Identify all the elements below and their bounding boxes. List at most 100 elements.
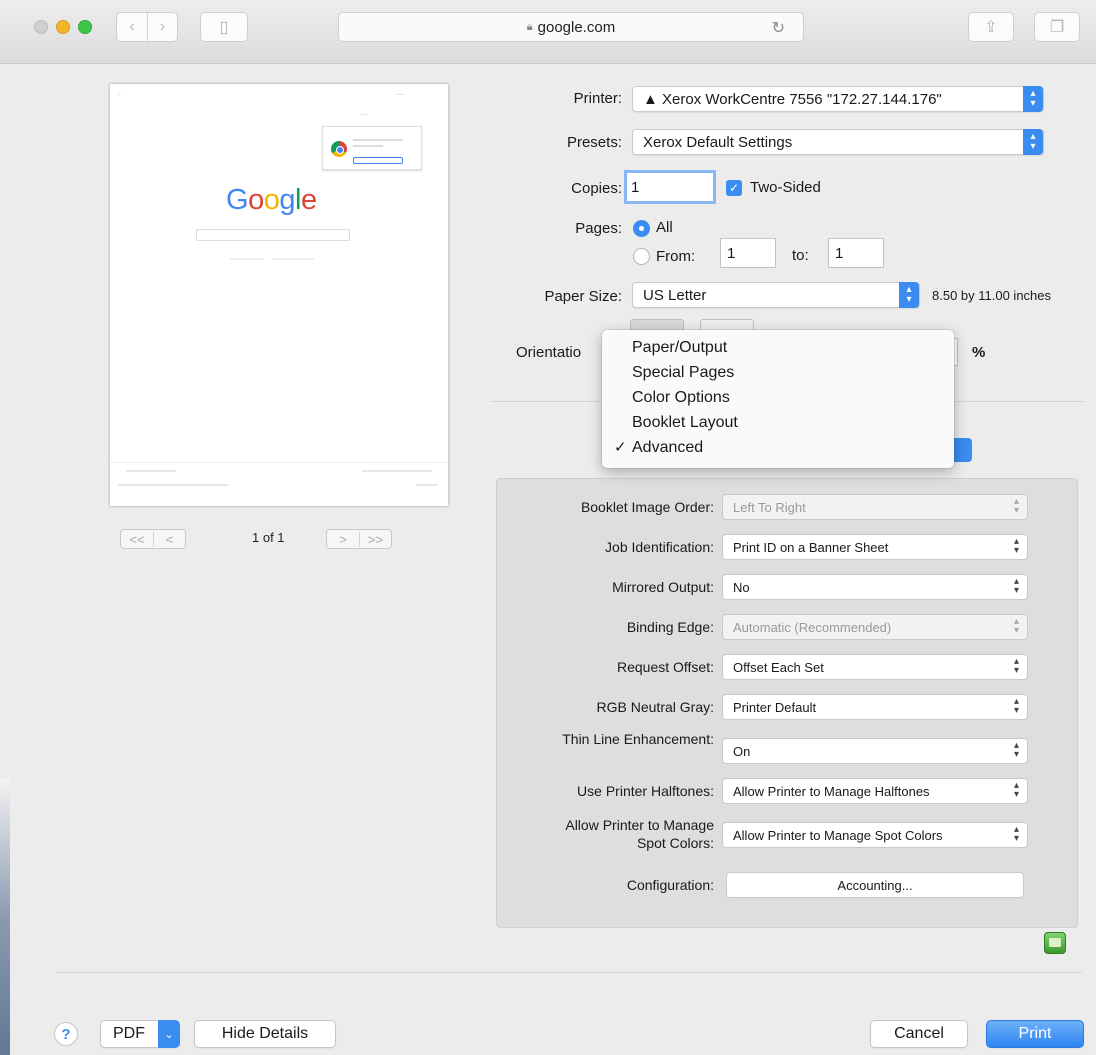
page-count: 1 of 1: [252, 530, 285, 545]
paper-size-select[interactable]: US Letter ▴ ▾: [632, 282, 920, 308]
menu-item-label: Color Options: [632, 389, 730, 406]
preview-lucky-button: [272, 258, 314, 260]
zoom-window-button[interactable]: [78, 20, 92, 34]
paper-size-value: US Letter: [643, 286, 707, 304]
presets-select[interactable]: Xerox Default Settings ▴ ▾: [632, 129, 1044, 155]
tabs-icon: ❐: [1049, 19, 1065, 36]
print-button[interactable]: Print: [986, 1020, 1084, 1048]
printer-label: Printer:: [573, 90, 622, 107]
preview-page-url: [118, 484, 228, 486]
sidebar-icon: ▯: [219, 19, 229, 36]
two-sided-checkbox[interactable]: ✓: [726, 180, 742, 196]
help-button[interactable]: ?: [54, 1022, 78, 1046]
accounting-button[interactable]: Accounting...: [726, 872, 1024, 898]
print-preview-page: ─ ─── ─ ─ Google: [110, 84, 448, 506]
address-bar[interactable]: 🔒︎ google.com ↻: [338, 12, 804, 42]
rgb-gray-label: RGB Neutral Gray:: [596, 699, 714, 715]
binding-edge-value: Automatic (Recommended): [733, 619, 892, 635]
hide-details-button[interactable]: Hide Details: [194, 1020, 336, 1048]
spot-colors-label-line2: Spot Colors:: [636, 835, 714, 851]
updown-arrows-icon: ▴ ▾: [1013, 696, 1019, 716]
updown-arrows-icon: ▴ ▾: [1013, 616, 1019, 636]
thin-line-value: On: [733, 743, 751, 759]
preview-footer-divider: [110, 462, 448, 463]
job-id-value: Print ID on a Banner Sheet: [733, 539, 889, 555]
copies-field[interactable]: 1: [624, 170, 716, 204]
next-page-button[interactable]: >: [327, 532, 359, 547]
close-window-button[interactable]: [34, 20, 48, 34]
print-dialog: ─ ─── ─ ─ Google << < 1 of 1 > >> Printe…: [10, 64, 1096, 1055]
job-id-label: Job Identification:: [605, 539, 714, 555]
pages-from-field[interactable]: 1: [720, 238, 776, 268]
menu-item-booklet-layout[interactable]: Booklet Layout: [602, 410, 954, 435]
preview-pager-back: << <: [120, 529, 186, 549]
lock-icon: 🔒︎: [526, 20, 533, 33]
job-id-select[interactable]: Print ID on a Banner Sheet ▴ ▾: [722, 534, 1028, 560]
menu-item-color-options[interactable]: Color Options: [602, 385, 954, 410]
preview-promo-line: [353, 139, 403, 141]
scale-percent: %: [972, 344, 986, 361]
spot-colors-select[interactable]: Allow Printer to Manage Spot Colors ▴ ▾: [722, 822, 1028, 848]
thin-line-select[interactable]: On ▴ ▾: [722, 738, 1028, 764]
binding-edge-label: Binding Edge:: [626, 619, 714, 635]
logo-letter: g: [279, 184, 295, 216]
first-page-button[interactable]: <<: [121, 532, 153, 547]
mirrored-select[interactable]: No ▴ ▾: [722, 574, 1028, 600]
pages-to-value: 1: [835, 244, 844, 262]
preview-footer-links-right: [362, 470, 432, 472]
sidebar-toggle-button[interactable]: ▯: [200, 12, 248, 42]
preview-header-left: ─: [118, 92, 121, 97]
menu-item-label: Booklet Layout: [632, 414, 738, 431]
mirrored-label: Mirrored Output:: [612, 579, 714, 595]
share-button[interactable]: ⇪: [968, 12, 1014, 42]
menu-item-special-pages[interactable]: Special Pages: [602, 360, 954, 385]
spot-colors-label-line1: Allow Printer to Manage: [565, 817, 714, 833]
pages-all-label: All: [656, 219, 673, 236]
tabs-overview-button[interactable]: ❐: [1034, 12, 1080, 42]
pages-label: Pages:: [575, 220, 622, 237]
logo-letter: e: [300, 184, 317, 216]
preview-page-number: [416, 484, 438, 486]
menu-item-paper-output[interactable]: Paper/Output: [602, 335, 954, 360]
prev-page-button[interactable]: <: [153, 531, 185, 547]
updown-arrows-icon: ▴ ▾: [1013, 576, 1019, 596]
halftones-select[interactable]: Allow Printer to Manage Halftones ▴ ▾: [722, 778, 1028, 804]
preview-promo-line: [353, 145, 383, 147]
pages-to-field[interactable]: 1: [828, 238, 884, 268]
pages-range-radio[interactable]: [633, 248, 650, 265]
preview-promo-button: [353, 157, 403, 164]
minimize-window-button[interactable]: [56, 20, 70, 34]
print-sheet: ─ ─── ─ ─ Google << < 1 of 1 > >> Printe…: [0, 64, 1096, 1055]
chevron-down-icon[interactable]: ⌄: [158, 1020, 180, 1048]
updown-arrows-icon: ▴ ▾: [1013, 496, 1019, 516]
updown-arrows-icon: ▴ ▾: [1013, 780, 1019, 800]
last-page-button[interactable]: >>: [359, 531, 391, 547]
pdf-label: PDF: [113, 1025, 145, 1042]
spot-colors-label: Allow Printer to Manage Spot Colors:: [500, 816, 714, 852]
menu-item-advanced[interactable]: ✓ Advanced: [602, 435, 954, 460]
forward-icon[interactable]: ›: [147, 13, 177, 41]
booklet-order-label: Booklet Image Order:: [580, 499, 714, 515]
rgb-gray-select[interactable]: Printer Default ▴ ▾: [722, 694, 1028, 720]
section-menu: Paper/Output Special Pages Color Options…: [602, 330, 954, 468]
printer-select[interactable]: ▲ Xerox WorkCentre 7556 "172.27.144.176"…: [632, 86, 1044, 112]
printer-utility-icon[interactable]: [1044, 932, 1066, 954]
updown-arrows-icon: ▴ ▾: [899, 282, 919, 308]
reload-icon[interactable]: ↻: [772, 18, 785, 38]
paper-dimensions: 8.50 by 11.00 inches: [932, 288, 1052, 303]
request-offset-select[interactable]: Offset Each Set ▴ ▾: [722, 654, 1028, 680]
two-sided-label: Two-Sided: [750, 179, 821, 196]
halftones-value: Allow Printer to Manage Halftones: [733, 783, 930, 799]
footer-divider: [56, 972, 1082, 973]
binding-edge-select: Automatic (Recommended) ▴ ▾: [722, 614, 1028, 640]
mirrored-value: No: [733, 579, 750, 595]
logo-letter: o: [263, 184, 280, 216]
logo-letter: o: [248, 184, 264, 216]
section-select-arrow[interactable]: [954, 438, 972, 462]
pages-all-radio[interactable]: [633, 220, 650, 237]
pages-from-label: From:: [656, 248, 696, 265]
cancel-button[interactable]: Cancel: [870, 1020, 968, 1048]
preview-footer-links: [126, 470, 176, 472]
back-icon[interactable]: ‹: [117, 13, 147, 41]
printer-value: ▲ Xerox WorkCentre 7556 "172.27.144.176": [643, 90, 942, 108]
